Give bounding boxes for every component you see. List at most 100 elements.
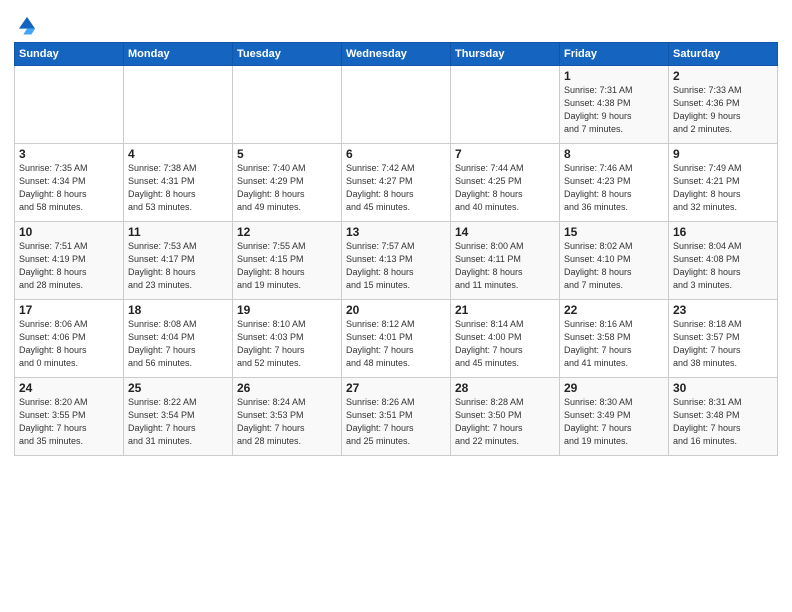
day-number: 20 <box>346 303 446 317</box>
day-number: 4 <box>128 147 228 161</box>
day-number: 15 <box>564 225 664 239</box>
calendar-cell: 24Sunrise: 8:20 AM Sunset: 3:55 PM Dayli… <box>15 378 124 456</box>
day-number: 7 <box>455 147 555 161</box>
day-number: 6 <box>346 147 446 161</box>
day-number: 25 <box>128 381 228 395</box>
calendar-cell: 7Sunrise: 7:44 AM Sunset: 4:25 PM Daylig… <box>451 144 560 222</box>
calendar-cell: 18Sunrise: 8:08 AM Sunset: 4:04 PM Dayli… <box>124 300 233 378</box>
day-number: 9 <box>673 147 773 161</box>
day-info: Sunrise: 7:40 AM Sunset: 4:29 PM Dayligh… <box>237 162 337 214</box>
day-info: Sunrise: 7:35 AM Sunset: 4:34 PM Dayligh… <box>19 162 119 214</box>
calendar-cell: 5Sunrise: 7:40 AM Sunset: 4:29 PM Daylig… <box>233 144 342 222</box>
weekday-header: Wednesday <box>342 43 451 66</box>
day-number: 28 <box>455 381 555 395</box>
calendar-cell: 15Sunrise: 8:02 AM Sunset: 4:10 PM Dayli… <box>560 222 669 300</box>
calendar-cell: 23Sunrise: 8:18 AM Sunset: 3:57 PM Dayli… <box>669 300 778 378</box>
logo-icon <box>16 14 38 36</box>
day-number: 10 <box>19 225 119 239</box>
calendar-cell: 17Sunrise: 8:06 AM Sunset: 4:06 PM Dayli… <box>15 300 124 378</box>
day-info: Sunrise: 7:53 AM Sunset: 4:17 PM Dayligh… <box>128 240 228 292</box>
calendar-cell: 13Sunrise: 7:57 AM Sunset: 4:13 PM Dayli… <box>342 222 451 300</box>
day-info: Sunrise: 7:44 AM Sunset: 4:25 PM Dayligh… <box>455 162 555 214</box>
calendar-cell: 21Sunrise: 8:14 AM Sunset: 4:00 PM Dayli… <box>451 300 560 378</box>
day-info: Sunrise: 8:16 AM Sunset: 3:58 PM Dayligh… <box>564 318 664 370</box>
day-info: Sunrise: 7:51 AM Sunset: 4:19 PM Dayligh… <box>19 240 119 292</box>
day-info: Sunrise: 8:24 AM Sunset: 3:53 PM Dayligh… <box>237 396 337 448</box>
calendar-cell: 19Sunrise: 8:10 AM Sunset: 4:03 PM Dayli… <box>233 300 342 378</box>
day-info: Sunrise: 8:20 AM Sunset: 3:55 PM Dayligh… <box>19 396 119 448</box>
day-info: Sunrise: 8:28 AM Sunset: 3:50 PM Dayligh… <box>455 396 555 448</box>
day-info: Sunrise: 8:06 AM Sunset: 4:06 PM Dayligh… <box>19 318 119 370</box>
calendar-cell <box>124 66 233 144</box>
day-number: 24 <box>19 381 119 395</box>
calendar-cell: 6Sunrise: 7:42 AM Sunset: 4:27 PM Daylig… <box>342 144 451 222</box>
day-number: 18 <box>128 303 228 317</box>
weekday-header: Saturday <box>669 43 778 66</box>
page-container: SundayMondayTuesdayWednesdayThursdayFrid… <box>0 0 792 466</box>
day-number: 17 <box>19 303 119 317</box>
day-number: 30 <box>673 381 773 395</box>
day-info: Sunrise: 7:57 AM Sunset: 4:13 PM Dayligh… <box>346 240 446 292</box>
day-info: Sunrise: 8:00 AM Sunset: 4:11 PM Dayligh… <box>455 240 555 292</box>
weekday-header: Tuesday <box>233 43 342 66</box>
calendar-cell: 26Sunrise: 8:24 AM Sunset: 3:53 PM Dayli… <box>233 378 342 456</box>
calendar-cell: 29Sunrise: 8:30 AM Sunset: 3:49 PM Dayli… <box>560 378 669 456</box>
calendar-cell <box>342 66 451 144</box>
week-row: 17Sunrise: 8:06 AM Sunset: 4:06 PM Dayli… <box>15 300 778 378</box>
day-info: Sunrise: 7:31 AM Sunset: 4:38 PM Dayligh… <box>564 84 664 136</box>
day-info: Sunrise: 8:22 AM Sunset: 3:54 PM Dayligh… <box>128 396 228 448</box>
calendar-cell: 8Sunrise: 7:46 AM Sunset: 4:23 PM Daylig… <box>560 144 669 222</box>
day-info: Sunrise: 8:08 AM Sunset: 4:04 PM Dayligh… <box>128 318 228 370</box>
day-info: Sunrise: 7:49 AM Sunset: 4:21 PM Dayligh… <box>673 162 773 214</box>
day-number: 26 <box>237 381 337 395</box>
day-info: Sunrise: 7:42 AM Sunset: 4:27 PM Dayligh… <box>346 162 446 214</box>
weekday-header: Monday <box>124 43 233 66</box>
calendar-cell: 14Sunrise: 8:00 AM Sunset: 4:11 PM Dayli… <box>451 222 560 300</box>
week-row: 1Sunrise: 7:31 AM Sunset: 4:38 PM Daylig… <box>15 66 778 144</box>
day-number: 19 <box>237 303 337 317</box>
day-info: Sunrise: 8:31 AM Sunset: 3:48 PM Dayligh… <box>673 396 773 448</box>
calendar-cell: 27Sunrise: 8:26 AM Sunset: 3:51 PM Dayli… <box>342 378 451 456</box>
day-info: Sunrise: 8:10 AM Sunset: 4:03 PM Dayligh… <box>237 318 337 370</box>
day-number: 5 <box>237 147 337 161</box>
calendar-cell: 9Sunrise: 7:49 AM Sunset: 4:21 PM Daylig… <box>669 144 778 222</box>
day-number: 16 <box>673 225 773 239</box>
day-number: 29 <box>564 381 664 395</box>
calendar-cell: 10Sunrise: 7:51 AM Sunset: 4:19 PM Dayli… <box>15 222 124 300</box>
day-info: Sunrise: 8:02 AM Sunset: 4:10 PM Dayligh… <box>564 240 664 292</box>
weekday-header: Sunday <box>15 43 124 66</box>
day-info: Sunrise: 7:46 AM Sunset: 4:23 PM Dayligh… <box>564 162 664 214</box>
calendar-cell: 4Sunrise: 7:38 AM Sunset: 4:31 PM Daylig… <box>124 144 233 222</box>
calendar-cell <box>451 66 560 144</box>
calendar-cell: 12Sunrise: 7:55 AM Sunset: 4:15 PM Dayli… <box>233 222 342 300</box>
day-number: 2 <box>673 69 773 83</box>
day-info: Sunrise: 8:14 AM Sunset: 4:00 PM Dayligh… <box>455 318 555 370</box>
day-number: 8 <box>564 147 664 161</box>
header <box>14 10 778 36</box>
calendar-cell: 25Sunrise: 8:22 AM Sunset: 3:54 PM Dayli… <box>124 378 233 456</box>
calendar-cell <box>15 66 124 144</box>
calendar-cell: 20Sunrise: 8:12 AM Sunset: 4:01 PM Dayli… <box>342 300 451 378</box>
day-number: 27 <box>346 381 446 395</box>
week-row: 10Sunrise: 7:51 AM Sunset: 4:19 PM Dayli… <box>15 222 778 300</box>
calendar-cell: 28Sunrise: 8:28 AM Sunset: 3:50 PM Dayli… <box>451 378 560 456</box>
day-info: Sunrise: 8:12 AM Sunset: 4:01 PM Dayligh… <box>346 318 446 370</box>
day-number: 11 <box>128 225 228 239</box>
weekday-header: Thursday <box>451 43 560 66</box>
day-info: Sunrise: 8:18 AM Sunset: 3:57 PM Dayligh… <box>673 318 773 370</box>
day-info: Sunrise: 8:30 AM Sunset: 3:49 PM Dayligh… <box>564 396 664 448</box>
weekday-header-row: SundayMondayTuesdayWednesdayThursdayFrid… <box>15 43 778 66</box>
day-info: Sunrise: 8:04 AM Sunset: 4:08 PM Dayligh… <box>673 240 773 292</box>
day-info: Sunrise: 7:55 AM Sunset: 4:15 PM Dayligh… <box>237 240 337 292</box>
week-row: 3Sunrise: 7:35 AM Sunset: 4:34 PM Daylig… <box>15 144 778 222</box>
day-number: 14 <box>455 225 555 239</box>
day-info: Sunrise: 7:38 AM Sunset: 4:31 PM Dayligh… <box>128 162 228 214</box>
day-number: 21 <box>455 303 555 317</box>
weekday-header: Friday <box>560 43 669 66</box>
calendar-cell: 3Sunrise: 7:35 AM Sunset: 4:34 PM Daylig… <box>15 144 124 222</box>
calendar-cell: 22Sunrise: 8:16 AM Sunset: 3:58 PM Dayli… <box>560 300 669 378</box>
day-number: 23 <box>673 303 773 317</box>
week-row: 24Sunrise: 8:20 AM Sunset: 3:55 PM Dayli… <box>15 378 778 456</box>
calendar-table: SundayMondayTuesdayWednesdayThursdayFrid… <box>14 42 778 456</box>
day-number: 12 <box>237 225 337 239</box>
